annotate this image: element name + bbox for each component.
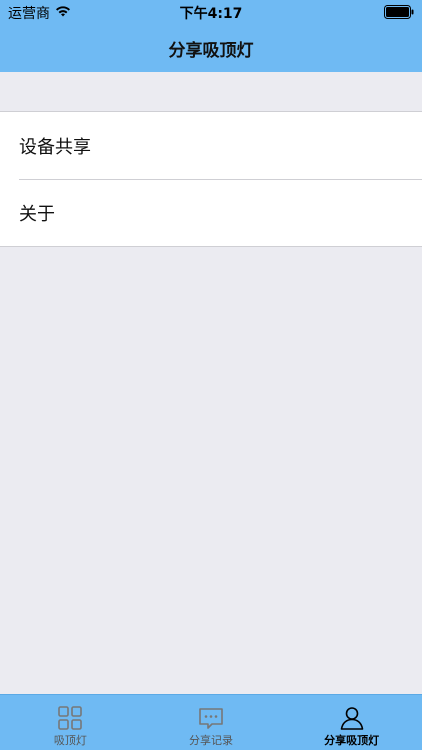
tab-label: 吸顶灯 — [53, 734, 87, 747]
list-item-label: 关于 — [19, 203, 55, 225]
tab-ceiling-light[interactable]: 吸顶灯 — [0, 695, 141, 750]
header: 运营商 下午4:17 分享吸顶灯 — [0, 0, 422, 72]
tab-share-ceiling-light[interactable]: 分享吸顶灯 — [281, 695, 422, 750]
tab-label: 分享记录 — [189, 734, 233, 747]
status-bar: 运营商 下午4:17 — [0, 0, 422, 24]
battery-icon — [384, 5, 414, 19]
tab-share-records[interactable]: 分享记录 — [141, 695, 282, 750]
grid-icon — [58, 706, 83, 730]
settings-list: 设备共享 关于 — [0, 111, 422, 247]
list-item-device-share[interactable]: 设备共享 — [0, 112, 422, 179]
page-title: 分享吸顶灯 — [168, 41, 254, 61]
chat-bubble-icon — [199, 708, 223, 729]
list-item-label: 设备共享 — [19, 136, 91, 158]
tab-label: 分享吸顶灯 — [324, 734, 380, 747]
list-item-about[interactable]: 关于 — [0, 179, 422, 246]
status-time: 下午4:17 — [179, 6, 243, 22]
tab-bar: 吸顶灯 分享记录 分享吸顶灯 — [0, 694, 422, 750]
person-icon — [340, 707, 363, 730]
